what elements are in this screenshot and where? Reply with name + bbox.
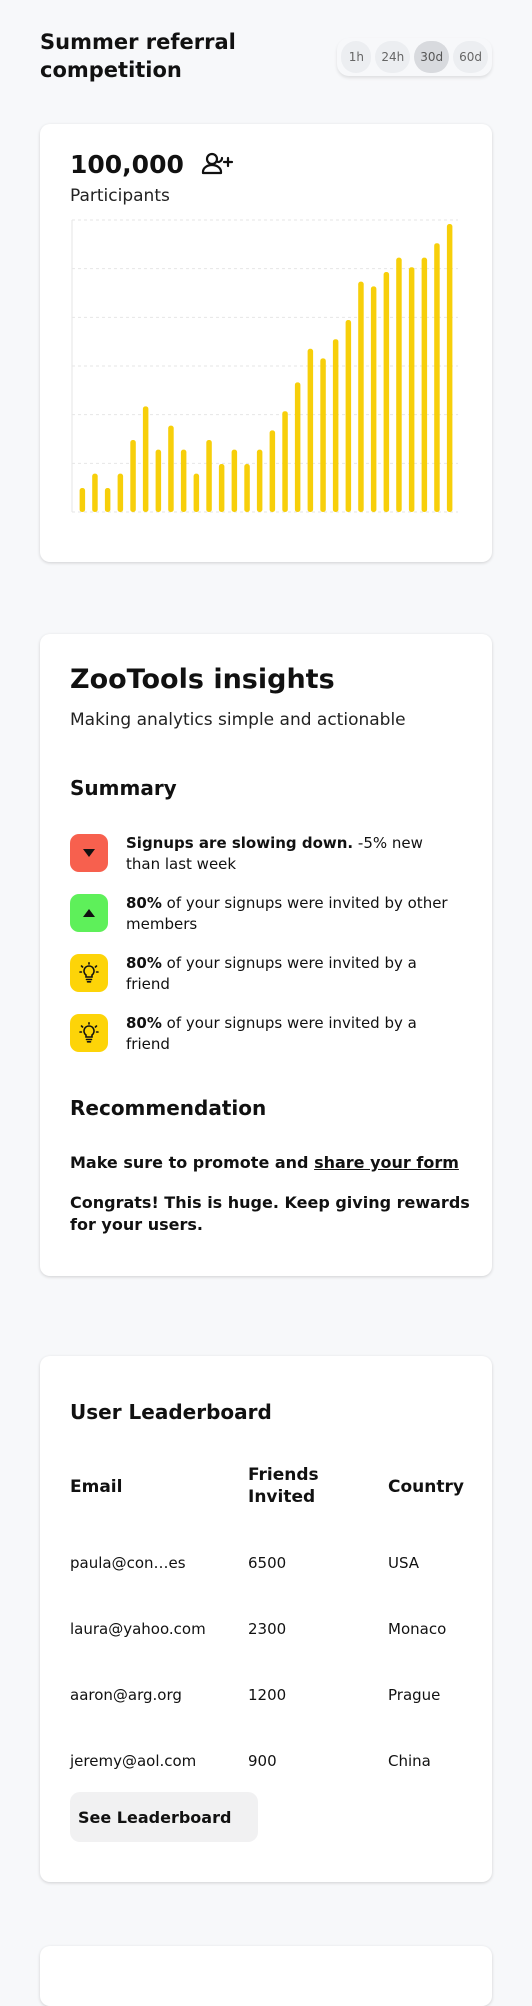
chart-bar[interactable] bbox=[256, 449, 263, 512]
chart-bar[interactable] bbox=[231, 449, 238, 512]
chart-bar[interactable] bbox=[193, 473, 200, 512]
chart-bar[interactable] bbox=[383, 272, 390, 512]
cell-friends-invited: 6500 bbox=[248, 1554, 287, 1572]
lightbulb-icon bbox=[70, 1014, 108, 1052]
cell-country: Prague bbox=[388, 1686, 441, 1704]
chart-bar[interactable] bbox=[408, 267, 415, 512]
range-60d-button[interactable]: 60d bbox=[453, 41, 488, 73]
insights-title: ZooTools insights bbox=[70, 664, 335, 695]
page-title: Summer referral competition bbox=[40, 30, 236, 82]
chart-bar[interactable] bbox=[269, 430, 276, 512]
recommendation-text: Make sure to promote and share your form bbox=[70, 1153, 459, 1172]
summary-title: Summary bbox=[70, 776, 177, 800]
chart-bar[interactable] bbox=[155, 449, 162, 512]
chart-bar[interactable] bbox=[396, 257, 402, 512]
lightbulb-icon bbox=[70, 954, 108, 992]
chart-bar[interactable] bbox=[282, 411, 288, 512]
participants-count: 100,000 bbox=[70, 150, 184, 179]
cell-friends-invited: 1200 bbox=[248, 1686, 287, 1704]
chart-bar[interactable] bbox=[117, 473, 124, 512]
chart-bar[interactable] bbox=[358, 281, 364, 512]
chart-bar[interactable] bbox=[294, 382, 301, 512]
share-form-link[interactable]: share your form bbox=[314, 1153, 459, 1172]
chart-bar[interactable] bbox=[446, 224, 453, 512]
insights-card: ZooTools insights Making analytics simpl… bbox=[40, 634, 492, 1276]
participants-card: 100,000 Participants bbox=[40, 124, 492, 562]
range-24h-button[interactable]: 24h bbox=[375, 41, 411, 73]
cell-friends-invited: 2300 bbox=[248, 1620, 287, 1638]
see-leaderboard-button[interactable]: See Leaderboard bbox=[70, 1792, 258, 1842]
column-header-email: Email bbox=[70, 1477, 123, 1497]
chart-bar[interactable] bbox=[104, 488, 111, 512]
chart-bar[interactable] bbox=[92, 473, 98, 512]
cell-country: China bbox=[388, 1752, 431, 1770]
cell-friends-invited: 900 bbox=[248, 1752, 277, 1770]
chart-bar[interactable] bbox=[130, 440, 136, 512]
cell-country: Monaco bbox=[388, 1620, 447, 1638]
next-card bbox=[40, 1946, 492, 2006]
cell-country: USA bbox=[388, 1554, 420, 1572]
chart-bar[interactable] bbox=[307, 348, 314, 512]
time-range-selector: 1h 24h 30d 60d bbox=[337, 38, 492, 76]
page-header: Summer referral competition 1h 24h 30d 6… bbox=[40, 28, 492, 84]
chart-bar[interactable] bbox=[244, 464, 250, 512]
recommendation-title: Recommendation bbox=[70, 1096, 267, 1120]
summary-text: Signups are slowing down. -5% new than l… bbox=[126, 834, 423, 873]
chart-bar[interactable] bbox=[345, 320, 352, 512]
chart-bar[interactable] bbox=[421, 257, 428, 512]
cell-email: laura@yahoo.com bbox=[70, 1620, 206, 1638]
range-1h-button[interactable]: 1h bbox=[341, 41, 372, 73]
chart-bar[interactable] bbox=[218, 464, 225, 512]
chart-bar[interactable] bbox=[168, 425, 174, 512]
leaderboard-card: User Leaderboard Email Friends Invited C… bbox=[40, 1356, 492, 1882]
chart-bar[interactable] bbox=[370, 286, 377, 512]
chart-bar[interactable] bbox=[206, 440, 212, 512]
user-plus-icon bbox=[200, 150, 234, 182]
chart-bar[interactable] bbox=[180, 449, 187, 512]
participants-label: Participants bbox=[70, 186, 170, 206]
chart-bar[interactable] bbox=[79, 488, 86, 512]
column-header-friends-invited: Friends Invited bbox=[248, 1465, 319, 1507]
summary-text: 80% of your signups were invited by a fr… bbox=[126, 1014, 417, 1053]
congrats-text: Congrats! This is huge. Keep giving rewa… bbox=[70, 1193, 470, 1234]
summary-text: 80% of your signups were invited by othe… bbox=[126, 894, 448, 933]
insights-subtitle: Making analytics simple and actionable bbox=[70, 710, 406, 730]
participants-chart bbox=[71, 219, 458, 513]
cell-email: paula@con…es bbox=[70, 1554, 186, 1572]
cell-email: jeremy@aol.com bbox=[70, 1752, 197, 1770]
cell-email: aaron@arg.org bbox=[70, 1686, 182, 1704]
summary-text: 80% of your signups were invited by a fr… bbox=[126, 954, 417, 993]
chart-bar[interactable] bbox=[332, 339, 339, 512]
column-header-country: Country bbox=[388, 1477, 464, 1497]
chart-bar[interactable] bbox=[434, 243, 440, 512]
arrow-down-icon bbox=[70, 834, 108, 872]
leaderboard-title: User Leaderboard bbox=[70, 1400, 272, 1424]
chart-bar[interactable] bbox=[320, 358, 326, 512]
range-30d-button[interactable]: 30d bbox=[414, 41, 450, 73]
chart-bar[interactable] bbox=[142, 406, 149, 512]
arrow-up-icon bbox=[70, 894, 108, 932]
